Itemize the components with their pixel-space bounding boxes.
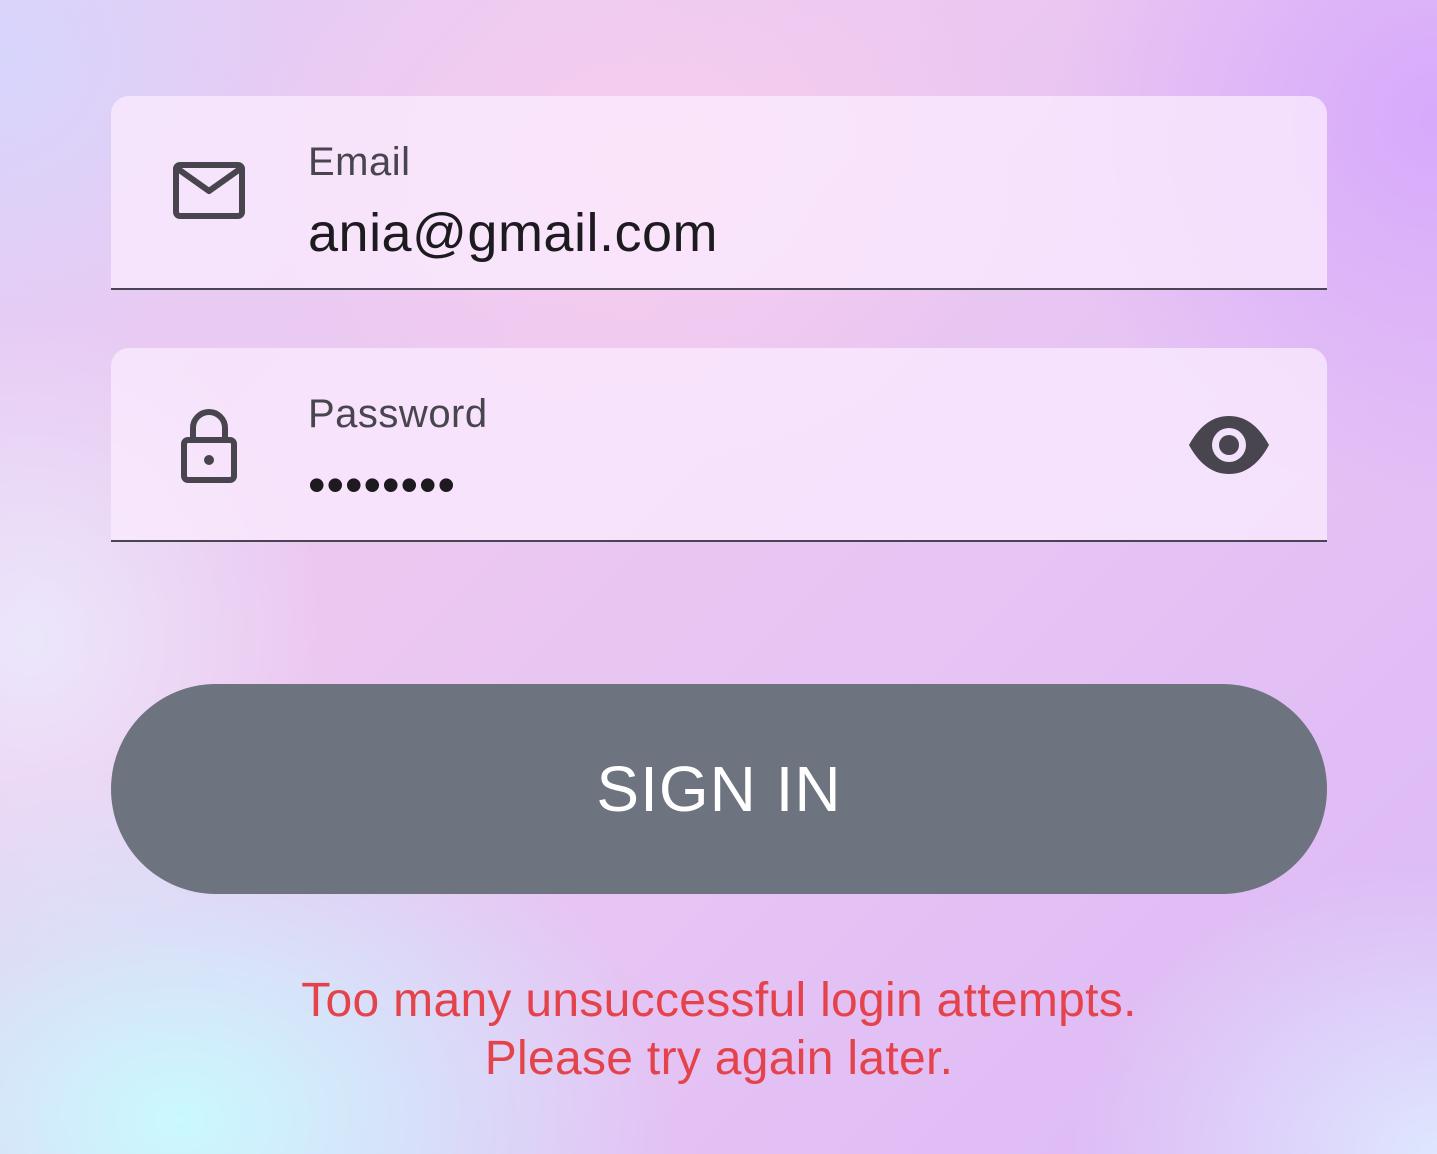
sign-in-button[interactable]: SIGN IN bbox=[111, 684, 1327, 894]
password-input[interactable]: •••••••• bbox=[308, 456, 456, 514]
eye-icon[interactable] bbox=[1187, 414, 1271, 476]
password-field[interactable]: Password •••••••• bbox=[111, 348, 1327, 542]
email-field[interactable]: Email ania@gmail.com bbox=[111, 96, 1327, 290]
mail-icon bbox=[173, 162, 245, 219]
email-input[interactable]: ania@gmail.com bbox=[308, 202, 718, 264]
error-message-line-1: Too many unsuccessful login attempts. bbox=[301, 974, 1137, 1027]
error-message: Too many unsuccessful login attempts. Pl… bbox=[111, 972, 1327, 1088]
email-label: Email bbox=[308, 140, 411, 184]
lock-icon bbox=[181, 409, 237, 483]
password-label: Password bbox=[308, 392, 488, 436]
error-message-line-2: Please try again later. bbox=[484, 1032, 954, 1085]
